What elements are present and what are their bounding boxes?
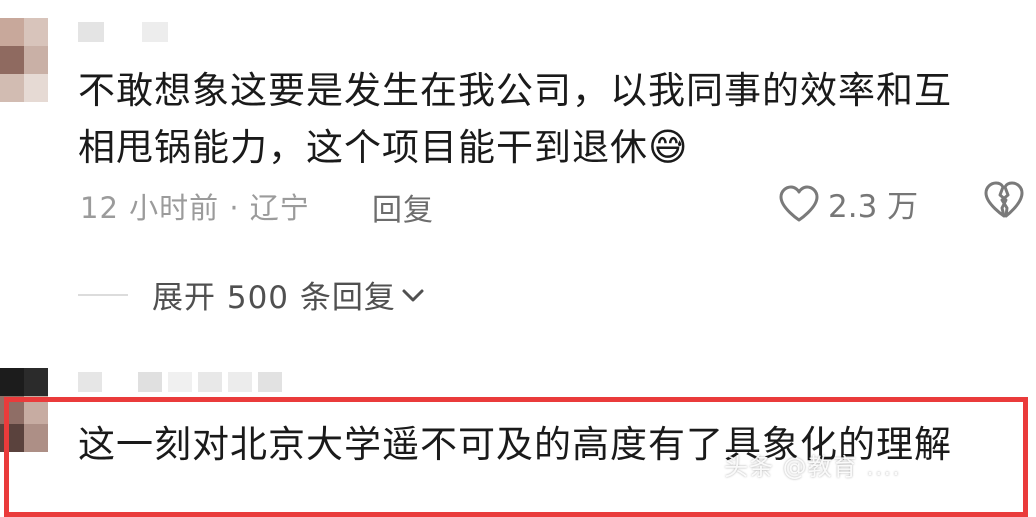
expand-replies-label: 展开 500 条回复 bbox=[152, 280, 396, 316]
like-button[interactable]: 2.3 万 bbox=[778, 181, 918, 226]
username-mosaic bbox=[78, 372, 282, 392]
comment-text-line-2: 相甩锅能力，这个项目能干到退休😅 bbox=[78, 118, 689, 177]
expand-replies-button[interactable]: 展开 500 条回复 bbox=[152, 272, 426, 317]
sweat-smile-emoji: 😅 bbox=[648, 125, 689, 169]
username-mosaic bbox=[78, 22, 168, 42]
comment-text-line-1: 不敢想象这要是发生在我公司，以我同事的效率和互 bbox=[78, 69, 952, 112]
avatar[interactable] bbox=[0, 18, 48, 102]
reply-button[interactable]: 回复 bbox=[372, 185, 434, 229]
watermark: 头条 @教育 .... bbox=[724, 453, 901, 481]
comment-time-location: 12 小时前 · 辽宁 bbox=[80, 191, 310, 225]
dislike-button[interactable] bbox=[983, 180, 1025, 224]
divider bbox=[78, 294, 128, 296]
comment-text-line-2-content: 相甩锅能力，这个项目能干到退休 bbox=[78, 126, 648, 169]
chevron-down-icon bbox=[402, 289, 424, 301]
broken-heart-icon bbox=[984, 181, 1024, 218]
like-count: 2.3 万 bbox=[828, 189, 919, 225]
heart-icon bbox=[779, 185, 819, 221]
